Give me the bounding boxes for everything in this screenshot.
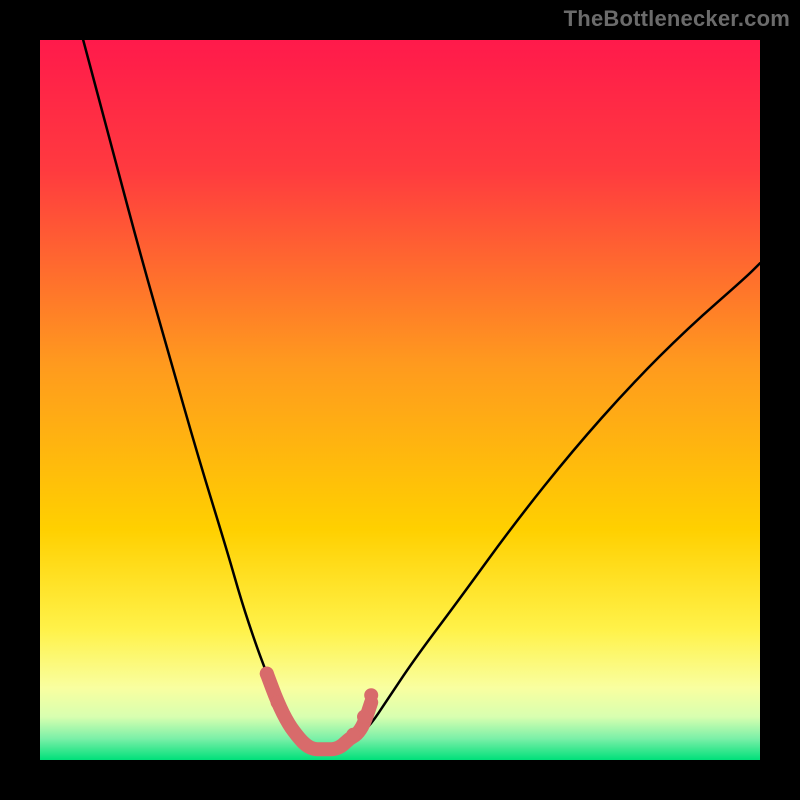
bottleneck-marker (260, 667, 274, 681)
chart-canvas: TheBottlenecker.com (0, 0, 800, 800)
bottleneck-marker (271, 695, 285, 709)
bottleneck-marker (364, 688, 378, 702)
watermark-text: TheBottlenecker.com (564, 6, 790, 32)
gradient-background (40, 40, 760, 760)
bottleneck-marker (346, 728, 360, 742)
bottleneck-marker (357, 710, 371, 724)
chart-svg (40, 40, 760, 760)
